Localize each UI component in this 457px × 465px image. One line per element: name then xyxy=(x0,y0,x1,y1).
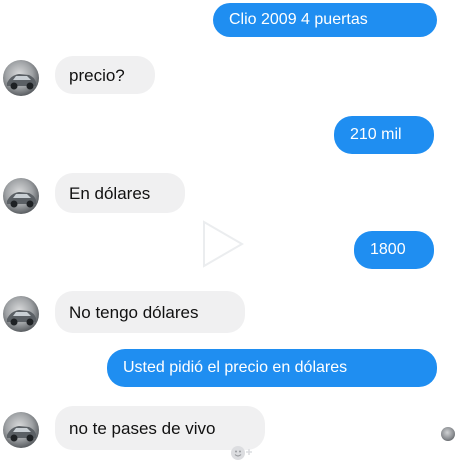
chat-thread: Clio 2009 4 puertas precio? 210 mil En d… xyxy=(0,0,457,465)
incoming-message[interactable]: En dólares xyxy=(55,173,185,213)
contact-avatar[interactable] xyxy=(3,412,39,448)
contact-avatar[interactable] xyxy=(3,178,39,214)
outgoing-message[interactable]: Usted pidió el precio en dólares xyxy=(107,349,437,387)
outgoing-message[interactable]: 1800 xyxy=(354,231,434,269)
outgoing-message[interactable]: Clio 2009 4 puertas xyxy=(213,3,437,37)
add-reaction-icon[interactable] xyxy=(230,444,254,462)
car-icon xyxy=(7,192,36,208)
outgoing-message[interactable]: 210 mil xyxy=(334,116,434,154)
car-icon xyxy=(7,310,36,326)
incoming-message[interactable]: precio? xyxy=(55,56,155,94)
incoming-message[interactable]: No tengo dólares xyxy=(55,291,245,333)
contact-avatar[interactable] xyxy=(3,60,39,96)
play-watermark-icon xyxy=(203,220,244,268)
seen-avatar-icon xyxy=(441,427,455,441)
car-icon xyxy=(7,426,36,442)
car-icon xyxy=(7,74,36,90)
contact-avatar[interactable] xyxy=(3,296,39,332)
